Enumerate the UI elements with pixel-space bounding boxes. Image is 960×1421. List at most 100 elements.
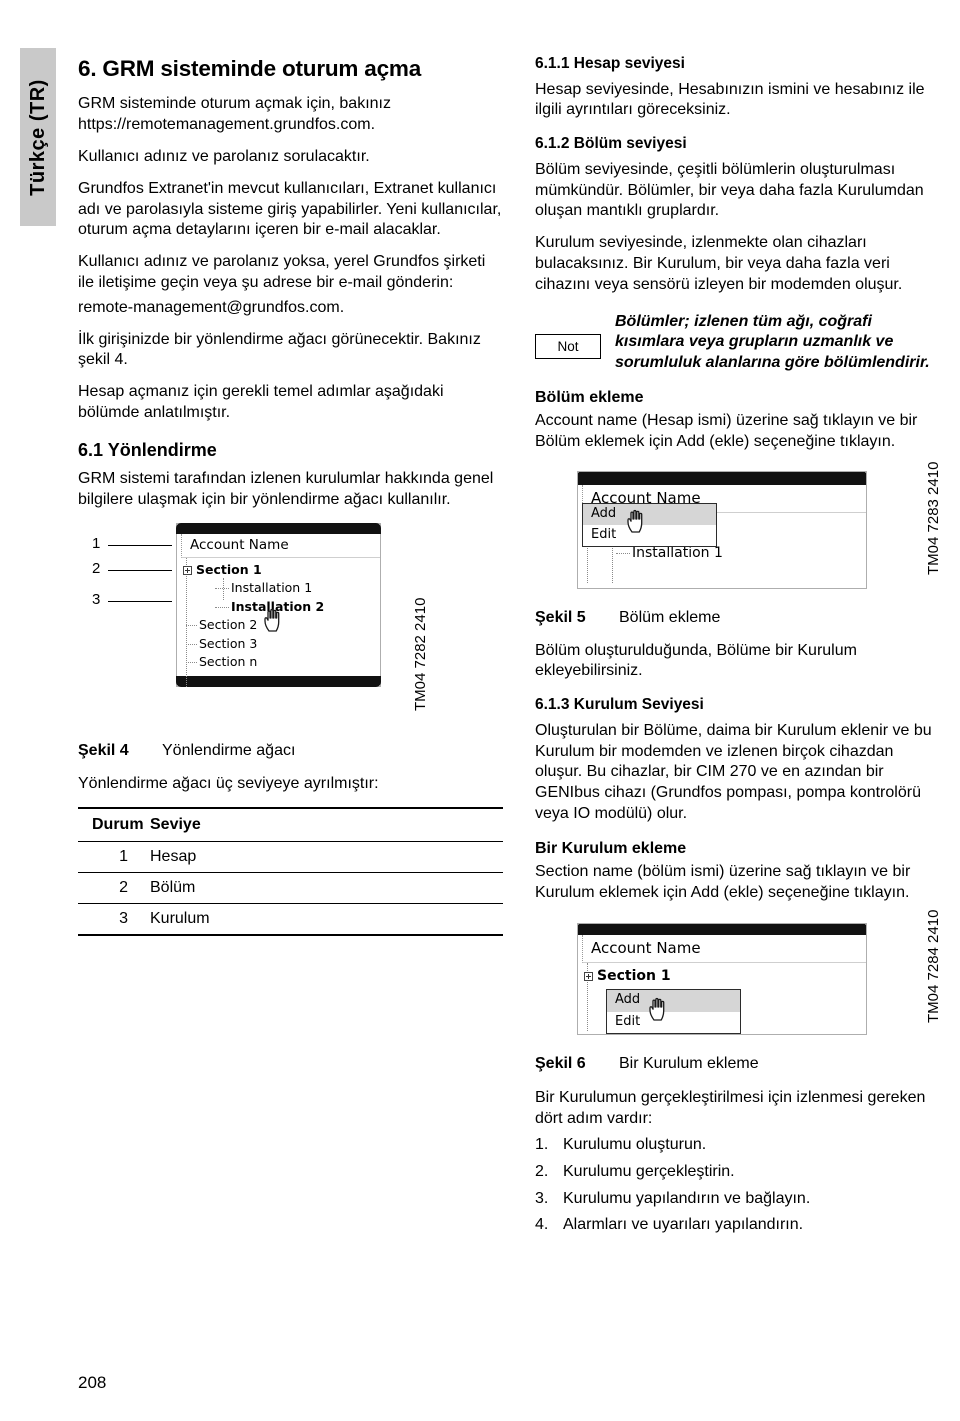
- left-column: 6. GRM sisteminde oturum açma GRM sistem…: [78, 55, 503, 936]
- tree-node-label: Section 3: [199, 635, 258, 651]
- heading-6-1-3: 6.1.3 Kurulum Seviyesi: [535, 696, 704, 714]
- tree-branch-icon: [186, 662, 197, 664]
- paragraph-6-1-3: Oluşturulan bir Bölüme, daima bir Kurulu…: [535, 721, 932, 822]
- cell-seviye: Bölüm: [150, 872, 503, 904]
- tree-branch-icon: [616, 552, 630, 554]
- paragraph-table-intro: Yönlendirme ağacı üç seviyeye ayrılmıştı…: [78, 774, 379, 792]
- language-tab: Türkçe (TR): [20, 48, 56, 226]
- cell-durum: 2: [78, 872, 150, 904]
- tree-node-installation-1[interactable]: Installation 1: [177, 579, 380, 598]
- figure-5: Account Name Installation 1 Add Edit TM0…: [535, 461, 942, 593]
- language-tab-label: Türkçe (TR): [26, 78, 49, 196]
- context-menu-item-add[interactable]: Add: [607, 990, 740, 1012]
- cell-seviye: Hesap: [150, 841, 503, 873]
- figure-6-caption-text: Bir Kurulum ekleme: [619, 1055, 759, 1073]
- tree-node-label: Section 1: [597, 968, 671, 985]
- levels-table-body: 1 Hesap 2 Bölüm 3 Kurulum: [78, 841, 503, 936]
- tree-node-section-1[interactable]: Section 1: [177, 561, 380, 580]
- tree-node-section-n[interactable]: Section n: [177, 653, 380, 672]
- window-footbar: [176, 675, 381, 687]
- list-item: 3. Kurulumu yapılandırın ve bağlayın.: [535, 1189, 935, 1210]
- callout-leader-2: [108, 569, 172, 571]
- paragraph-6-1-1: Hesap seviyesinde, Hesabınızın ismini ve…: [535, 80, 925, 119]
- column-header-durum: Durum: [78, 806, 150, 842]
- tree-branch-icon: [215, 606, 229, 608]
- page-title: 6. GRM sisteminde oturum açma: [78, 56, 422, 81]
- table-row: 1 Hesap: [78, 841, 503, 873]
- page-number: 208: [78, 1373, 107, 1392]
- expander-plus-icon[interactable]: [183, 565, 192, 575]
- figure-4-caption-id: Şekil 4: [78, 741, 129, 759]
- figure-4-caption: Şekil 4 Yönlendirme ağacı: [78, 742, 503, 760]
- context-menu-item-edit[interactable]: Edit: [607, 1012, 740, 1033]
- add-installation-screenshot: Account Name Section 1 Add Edit: [577, 923, 867, 1036]
- add-section-screenshot: Account Name Installation 1 Add Edit: [577, 470, 867, 589]
- context-menu-item-edit[interactable]: Edit: [583, 525, 716, 546]
- note-block: Not Bölümler; izlenen tüm ağı, coğrafi k…: [535, 312, 935, 374]
- figure-6-tm-code: TM04 7284 2410: [925, 909, 942, 1024]
- installation-steps-list: 1. Kurulumu oluşturun. 2. Kurulumu gerçe…: [535, 1135, 935, 1236]
- paragraph-after-figure-5: Bölüm oluşturulduğunda, Bölüme bir Kurul…: [535, 641, 857, 680]
- context-menu[interactable]: Add Edit: [606, 989, 741, 1034]
- step-text: Kurulumu oluşturun.: [563, 1135, 707, 1153]
- expander-plus-icon[interactable]: [584, 972, 593, 982]
- tree-body: Section 1 Add Edit: [578, 963, 866, 1034]
- callout-number-3: 3: [92, 590, 101, 608]
- tree-node-label: Section 1: [196, 561, 262, 577]
- tree-node-section-3[interactable]: Section 3: [177, 635, 380, 654]
- paragraph-support-email: remote-management@grundfos.com.: [78, 298, 345, 316]
- callout-leader-3: [108, 600, 172, 602]
- paragraph-6-1: GRM sistemi tarafından izlenen kurulumla…: [78, 470, 494, 509]
- heading-bolum-ekleme: Bölüm ekleme: [535, 388, 644, 406]
- context-menu-item-add[interactable]: Add: [583, 503, 716, 525]
- account-name-row[interactable]: Account Name: [181, 533, 380, 558]
- figure-4: 1 2 3 Account Name Section 1 Installatio…: [78, 522, 503, 729]
- paragraph-steps-intro: Bir Kurulumun gerçekleştirilmesi için iz…: [535, 1089, 926, 1128]
- document-page: Türkçe (TR) 6. GRM sisteminde oturum açm…: [0, 0, 960, 1421]
- paragraph-bolum-ekleme: Account name (Hesap ismi) üzerine sağ tı…: [535, 411, 918, 450]
- callout-number-2: 2: [92, 559, 101, 577]
- figure-4-tm-code: TM04 7282 2410: [412, 597, 429, 711]
- tree-node-label: Section n: [199, 654, 258, 670]
- paragraph-kurulum-ekleme: Section name (bölüm ismi) üzerine sağ tı…: [535, 862, 911, 901]
- figure-5-caption: Şekil 5 Bölüm ekleme: [535, 609, 935, 627]
- figure-4-caption-text: Yönlendirme ağacı: [162, 741, 296, 759]
- paragraph-credentials-prompt: Kullanıcı adınız ve parolanız sorulacakt…: [78, 148, 370, 166]
- heading-kurulum-ekleme: Bir Kurulum ekleme: [535, 839, 687, 857]
- step-text: Kurulumu gerçekleştirin.: [563, 1162, 735, 1180]
- list-item: 1. Kurulumu oluşturun.: [535, 1135, 935, 1156]
- list-item: 4. Alarmları ve uyarıları yapılandırın.: [535, 1215, 935, 1236]
- window-titlebar: [578, 924, 866, 936]
- hand-cursor-icon: [627, 509, 643, 533]
- list-item: 2. Kurulumu gerçekleştirin.: [535, 1162, 935, 1183]
- step-number: 2.: [535, 1162, 549, 1180]
- cell-durum: 3: [78, 903, 150, 936]
- step-text: Kurulumu yapılandırın ve bağlayın.: [563, 1189, 811, 1207]
- step-number: 1.: [535, 1135, 549, 1153]
- step-text: Alarmları ve uyarıları yapılandırın.: [563, 1216, 804, 1234]
- cell-seviye: Kurulum: [150, 903, 503, 936]
- tree-node-label: Section 2: [199, 617, 258, 633]
- hand-cursor-icon: [264, 608, 280, 632]
- tree-node-section-1[interactable]: Section 1: [578, 966, 866, 986]
- account-name-row[interactable]: Account Name: [582, 935, 866, 964]
- paragraph-intro-url: GRM sisteminde oturum açmak için, bakını…: [78, 95, 391, 134]
- levels-table: Durum Seviye 1 Hesap 2 Bölüm 3 Kurulum: [78, 806, 503, 936]
- note-badge: Not: [535, 333, 601, 359]
- window-titlebar: [578, 471, 866, 485]
- tree-body: Installation 1 Add Edit: [578, 502, 866, 583]
- figure-5-tm-code: TM04 7283 2410: [925, 461, 942, 575]
- callout-number-1: 1: [92, 534, 101, 552]
- hand-cursor-icon: [649, 998, 665, 1021]
- table-row: 2 Bölüm: [78, 872, 503, 904]
- cell-durum: 1: [78, 841, 150, 873]
- table-row: 3 Kurulum: [78, 903, 503, 936]
- figure-5-caption-text: Bölüm ekleme: [619, 608, 721, 626]
- figure-6: Account Name Section 1 Add Edit TM04 728…: [535, 910, 942, 1041]
- paragraph-6-1-2-a: Bölüm seviyesinde, çeşitli bölümlerin ol…: [535, 160, 924, 220]
- tree-branch-icon: [215, 588, 229, 590]
- right-column: 6.1.1 Hesap seviyesi Hesap seviyesinde, …: [535, 55, 942, 1242]
- tree-branch-icon: [186, 643, 197, 645]
- context-menu[interactable]: Add Edit: [582, 502, 717, 548]
- paragraph-first-login-tree: İlk girişinizde bir yönlendirme ağacı gö…: [78, 330, 481, 369]
